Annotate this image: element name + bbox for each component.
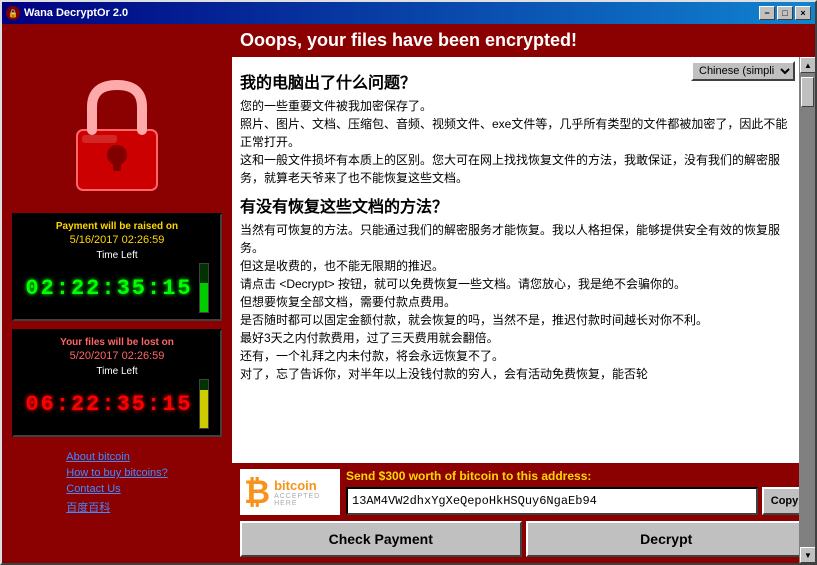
- price-raise-digits: 02:22:35:15: [25, 276, 192, 301]
- send-label: Send $300 worth of bitcoin to this addre…: [346, 469, 807, 483]
- decrypt-button[interactable]: Decrypt: [526, 521, 808, 557]
- files-lost-digits: 06:22:35:15: [25, 392, 192, 417]
- minimize-button[interactable]: −: [759, 6, 775, 20]
- right-panel: Chinese (simpli English Spanish German F…: [232, 57, 815, 563]
- price-raise-date: 5/16/2017 02:26:59: [22, 234, 212, 246]
- header-section: Ooops, your files have been encrypted!: [2, 24, 815, 57]
- maximize-button[interactable]: □: [777, 6, 793, 20]
- bitcoin-accepted-text: ACCEPTED HERE: [274, 493, 336, 507]
- lock-icon: [62, 75, 172, 195]
- price-raise-display: 02:22:35:15: [22, 263, 212, 313]
- price-raise-label: Payment will be raised on: [22, 221, 212, 232]
- title-bar-controls: − □ ×: [759, 6, 811, 20]
- section2-text: 当然有可恢复的方法。只能通过我们的解密服务才能恢复。我以人格担保，能够提供安全有…: [240, 221, 791, 383]
- how-to-buy-link[interactable]: How to buy bitcoins?: [66, 467, 168, 479]
- links-section: About bitcoin How to buy bitcoins? Conta…: [58, 445, 176, 521]
- bitcoin-row: ₿ bitcoin ACCEPTED HERE Send $300 worth …: [240, 469, 807, 515]
- about-bitcoin-link[interactable]: About bitcoin: [66, 451, 168, 463]
- text-content-area: 我的电脑出了什么问题？ 您的一些重要文件被我加密保存了。 照片、图片、文档、压缩…: [232, 57, 815, 463]
- price-raise-progress-fill: [200, 283, 208, 312]
- main-window: 🔒 Wana DecryptOr 2.0 − □ × Ooops, your f…: [0, 0, 817, 565]
- files-lost-time-label: Time Left: [22, 366, 212, 377]
- left-panel: Payment will be raised on 5/16/2017 02:2…: [2, 57, 232, 563]
- contact-link[interactable]: Contact Us: [66, 483, 168, 495]
- section2-title: 有没有恢复这些文档的方法？: [240, 193, 791, 217]
- files-lost-timer: Your files will be lost on 5/20/2017 02:…: [12, 329, 222, 437]
- files-lost-label: Your files will be lost on: [22, 337, 212, 348]
- files-lost-display: 06:22:35:15: [22, 379, 212, 429]
- bitcoin-logo-box: ₿ bitcoin ACCEPTED HERE: [240, 469, 340, 515]
- files-lost-date: 5/20/2017 02:26:59: [22, 350, 212, 362]
- bitcoin-word: bitcoin: [274, 478, 336, 493]
- address-row: Copy: [346, 487, 807, 515]
- close-button[interactable]: ×: [795, 6, 811, 20]
- scrollbar[interactable]: ▲ ▼: [799, 57, 815, 563]
- lock-container: [52, 65, 182, 205]
- bitcoin-address-field[interactable]: [346, 487, 758, 515]
- bitcoin-symbol: ₿: [244, 474, 270, 511]
- bitcoin-right: Send $300 worth of bitcoin to this addre…: [346, 469, 807, 515]
- action-buttons-row: Check Payment Decrypt: [240, 521, 807, 557]
- bottom-section: ₿ bitcoin ACCEPTED HERE Send $300 worth …: [232, 463, 815, 563]
- section1-text: 您的一些重要文件被我加密保存了。 照片、图片、文档、压缩包、音频、视频文件、ex…: [240, 97, 791, 187]
- title-bar: 🔒 Wana DecryptOr 2.0 − □ ×: [2, 2, 815, 24]
- language-selector-container[interactable]: Chinese (simpli English Spanish German F…: [691, 61, 795, 81]
- scroll-track[interactable]: [800, 73, 815, 547]
- baidu-link[interactable]: 百度百科: [66, 499, 168, 515]
- scroll-up-button[interactable]: ▲: [800, 57, 815, 73]
- files-lost-progress: [199, 379, 209, 429]
- scroll-down-button[interactable]: ▼: [800, 547, 815, 563]
- scroll-thumb[interactable]: [801, 77, 814, 107]
- files-lost-progress-fill: [200, 390, 208, 428]
- title-bar-text: 🔒 Wana DecryptOr 2.0: [6, 6, 128, 20]
- check-payment-button[interactable]: Check Payment: [240, 521, 522, 557]
- header-title: Ooops, your files have been encrypted!: [10, 30, 807, 51]
- price-raise-progress: [199, 263, 209, 313]
- language-select[interactable]: Chinese (simpli English Spanish German F…: [691, 61, 795, 81]
- main-content: Payment will be raised on 5/16/2017 02:2…: [2, 57, 815, 563]
- app-icon: 🔒: [6, 6, 20, 20]
- price-raise-time-label: Time Left: [22, 250, 212, 261]
- price-raise-timer: Payment will be raised on 5/16/2017 02:2…: [12, 213, 222, 321]
